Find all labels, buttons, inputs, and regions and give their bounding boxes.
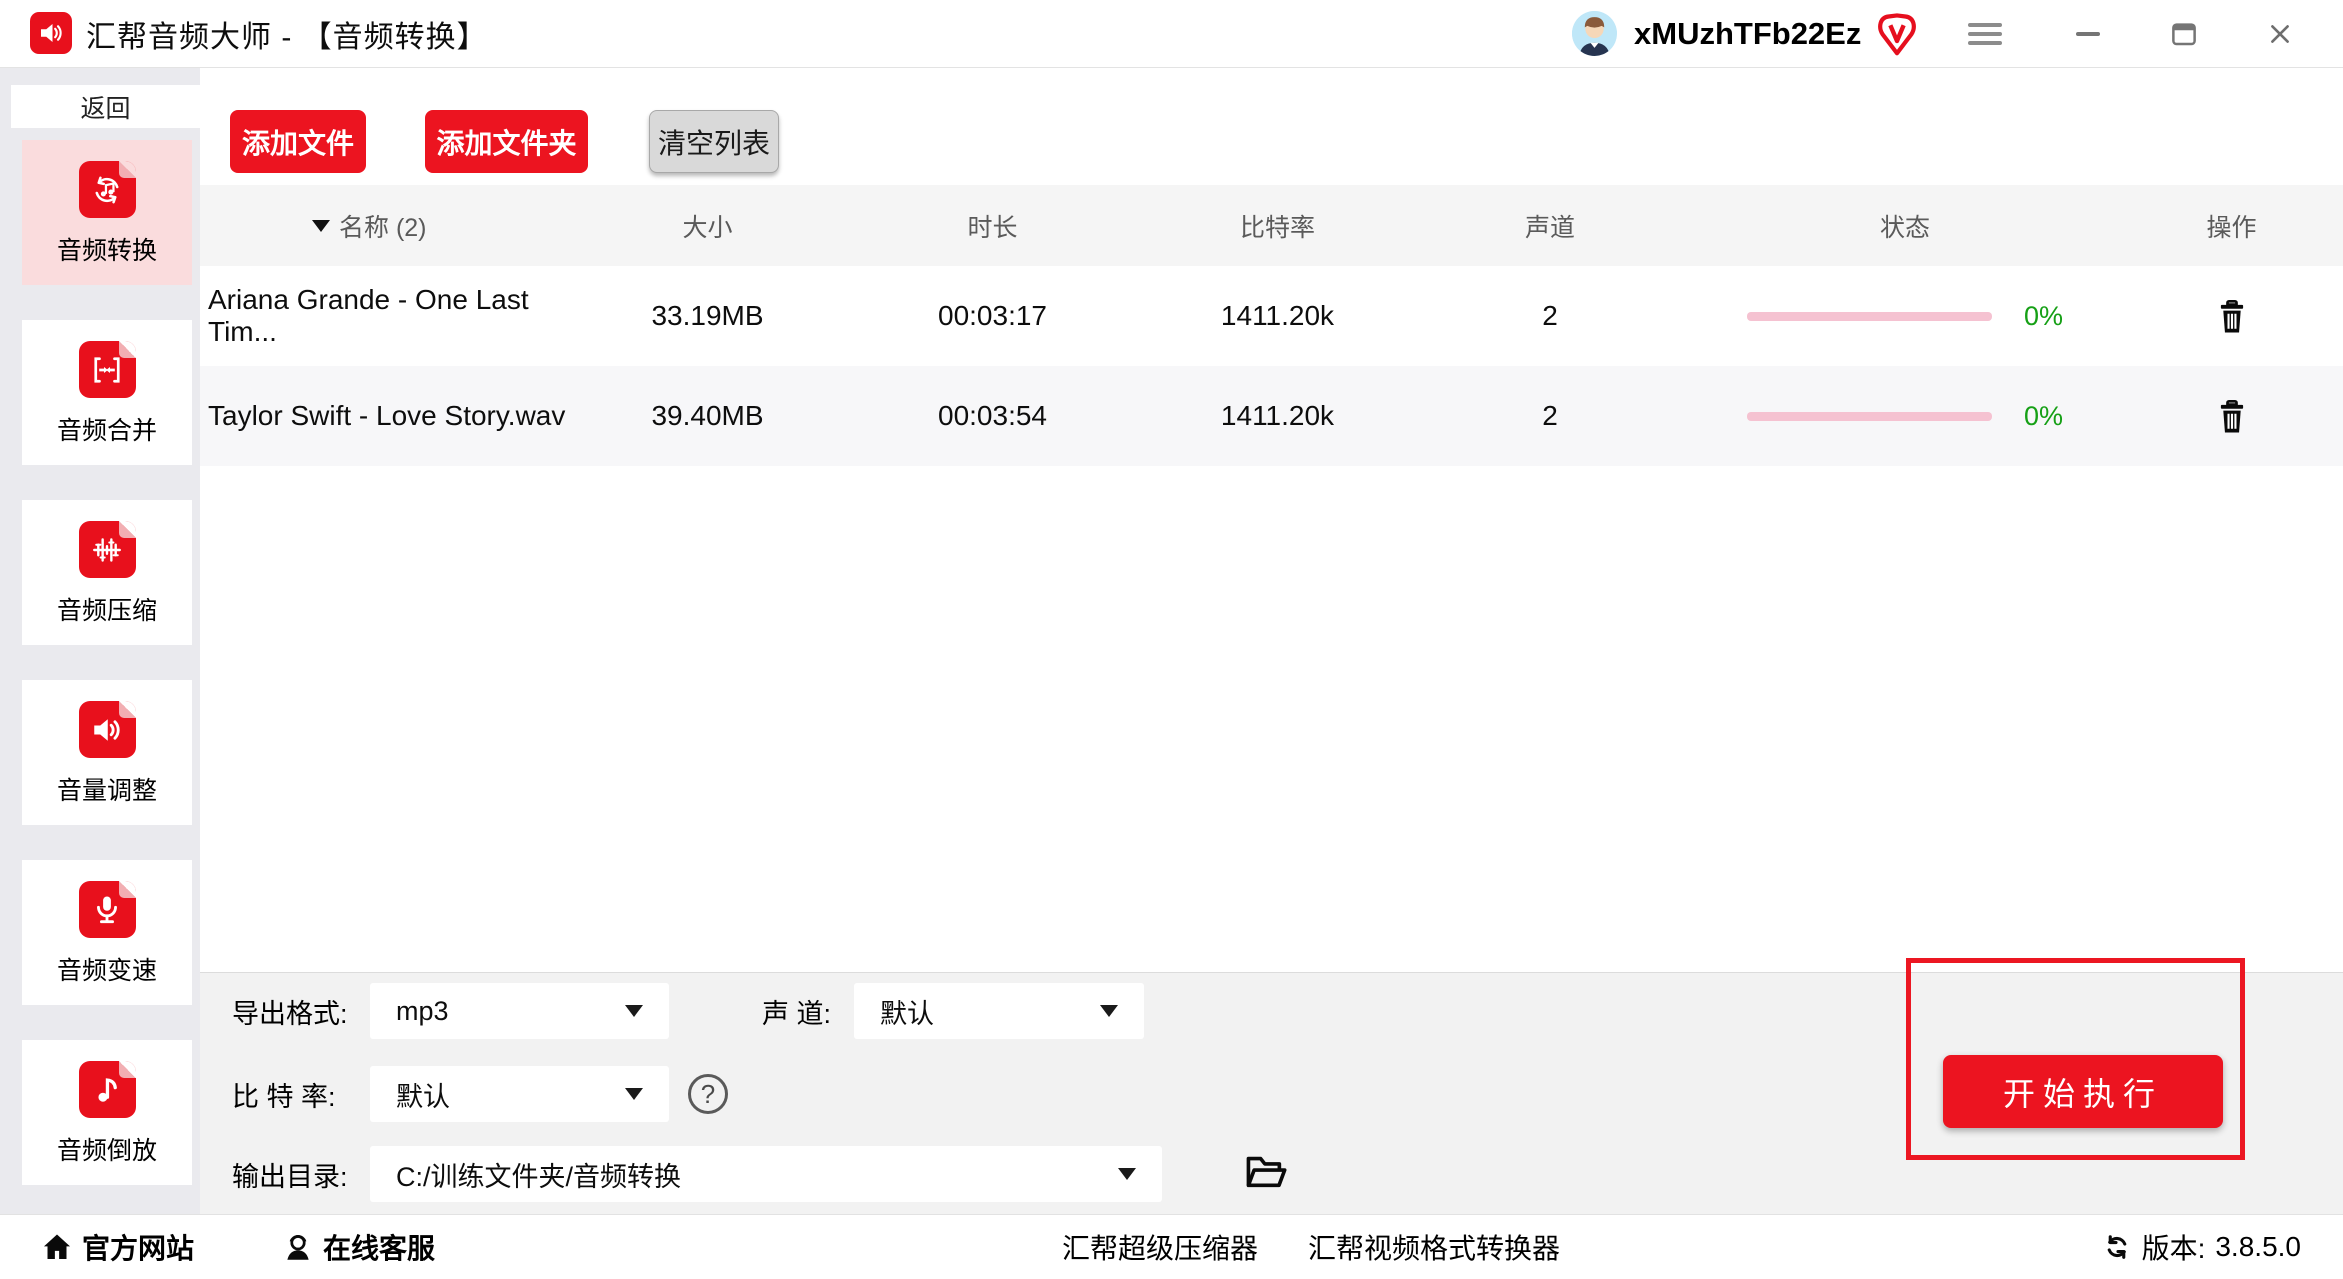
export-format-select[interactable]: mp3 (370, 983, 669, 1039)
main-content: 添加文件 添加文件夹 清空列表 名称 (2) 大小 时长 比特率 声道 状态 操… (200, 67, 2343, 1215)
sidebar-item-label: 音频倒放 (57, 1131, 157, 1167)
sidebar-item-audio-compress[interactable]: 音频压缩 (22, 500, 192, 645)
bitrate-select[interactable]: 默认 (370, 1066, 669, 1122)
sidebar-item-audio-convert[interactable]: 音频转换 (22, 140, 192, 285)
app-logo-icon (30, 12, 72, 54)
file-name: Ariana Grande - One Last Tim... (200, 266, 575, 366)
user-avatar[interactable] (1572, 11, 1617, 56)
sidebar-item-label: 音量调整 (57, 771, 157, 807)
sidebar-item-label: 音频变速 (57, 951, 157, 987)
output-dir-value: C:/训练文件夹/音频转换 (396, 1155, 681, 1194)
progress-percent: 0% (2024, 401, 2063, 432)
browse-folder-button[interactable] (1243, 1150, 1289, 1195)
table-header: 名称 (2) 大小 时长 比特率 声道 状态 操作 (200, 185, 2343, 266)
footer-bar: 官方网站 在线客服 汇帮超级压缩器 汇帮视频格式转换器 版本: 3.8.5.0 (0, 1214, 2343, 1279)
bitrate-label: 比 特 率: (232, 1066, 336, 1122)
sidebar-item-volume-adjust[interactable]: 音量调整 (22, 680, 192, 825)
header-status: 状态 (1690, 185, 2120, 266)
app-window: 汇帮音频大师 - 【音频转换】 xMUzhTFb22Ez (0, 0, 2343, 1279)
trash-icon (2214, 296, 2250, 336)
file-duration: 00:03:17 (840, 266, 1145, 366)
file-channels: 2 (1410, 366, 1690, 466)
progress-bar (1747, 412, 1992, 421)
refresh-icon[interactable] (2102, 1232, 2132, 1262)
file-duration: 00:03:54 (840, 366, 1145, 466)
delete-file-button[interactable] (2214, 396, 2250, 436)
home-icon (40, 1230, 74, 1264)
audio-compress-icon (79, 521, 136, 578)
progress-indicator: 0% (1747, 301, 2063, 332)
progress-percent: 0% (2024, 301, 2063, 332)
add-file-button[interactable]: 添加文件 (230, 110, 366, 173)
header-duration: 时长 (840, 185, 1145, 266)
support-agent-icon (281, 1230, 315, 1264)
vip-badge-icon[interactable] (1876, 11, 1918, 57)
table-row[interactable]: Taylor Swift - Love Story.wav 39.40MB 00… (200, 366, 2343, 466)
header-size: 大小 (575, 185, 840, 266)
channels-value: 默认 (880, 992, 934, 1031)
trash-icon (2214, 396, 2250, 436)
sidebar: 返回 音频转换 (0, 67, 200, 1215)
file-channels: 2 (1410, 266, 1690, 366)
output-dir-select[interactable]: C:/训练文件夹/音频转换 (370, 1146, 1162, 1202)
super-compressor-link[interactable]: 汇帮超级压缩器 (1062, 1215, 1258, 1279)
sidebar-item-label: 音频合并 (57, 411, 157, 447)
sidebar-item-audio-reverse[interactable]: 音频倒放 (22, 1040, 192, 1185)
maximize-button[interactable] (2162, 12, 2206, 56)
bitrate-value: 默认 (396, 1075, 450, 1114)
official-website-link[interactable]: 官方网站 (40, 1215, 194, 1279)
file-size: 39.40MB (575, 366, 840, 466)
audio-reverse-icon (79, 1061, 136, 1118)
folder-icon (1243, 1150, 1289, 1192)
sidebar-item-audio-speed[interactable]: 音频变速 (22, 860, 192, 1005)
username-text: xMUzhTFb22Ez (1634, 0, 1861, 67)
header-actions: 操作 (2120, 185, 2343, 266)
file-bitrate: 1411.20k (1145, 366, 1410, 466)
video-converter-link[interactable]: 汇帮视频格式转换器 (1308, 1215, 1560, 1279)
file-name: Taylor Swift - Love Story.wav (200, 366, 575, 466)
online-support-link[interactable]: 在线客服 (281, 1215, 435, 1279)
audio-convert-icon (79, 161, 136, 218)
minimize-button[interactable] (2066, 12, 2110, 56)
table-row[interactable]: Ariana Grande - One Last Tim... 33.19MB … (200, 266, 2343, 366)
sort-caret-icon (312, 220, 330, 232)
header-name[interactable]: 名称 (2) (200, 185, 575, 266)
sidebar-item-label: 音频压缩 (57, 591, 157, 627)
output-dir-label: 输出目录: (232, 1146, 348, 1202)
version-value: 3.8.5.0 (2215, 1231, 2301, 1263)
channels-label: 声 道: (762, 983, 831, 1039)
export-format-label: 导出格式: (232, 983, 348, 1039)
chevron-down-icon (625, 1088, 643, 1100)
sidebar-item-label: 音频转换 (57, 231, 157, 267)
file-bitrate: 1411.20k (1145, 266, 1410, 366)
chevron-down-icon (625, 1005, 643, 1017)
chevron-down-icon (1118, 1168, 1136, 1180)
volume-adjust-icon (79, 701, 136, 758)
version-info: 版本: 3.8.5.0 (2102, 1215, 2301, 1279)
help-icon[interactable]: ? (688, 1074, 728, 1114)
header-bitrate: 比特率 (1145, 185, 1410, 266)
back-button[interactable]: 返回 (11, 85, 200, 128)
window-title: 汇帮音频大师 - 【音频转换】 (86, 0, 488, 67)
export-format-value: mp3 (396, 996, 449, 1027)
audio-speed-icon (79, 881, 136, 938)
channels-select[interactable]: 默认 (854, 983, 1144, 1039)
delete-file-button[interactable] (2214, 296, 2250, 336)
header-channels: 声道 (1410, 185, 1690, 266)
progress-bar (1747, 312, 1992, 321)
title-bar: 汇帮音频大师 - 【音频转换】 xMUzhTFb22Ez (0, 0, 2343, 68)
file-size: 33.19MB (575, 266, 840, 366)
close-button[interactable] (2258, 12, 2302, 56)
add-folder-button[interactable]: 添加文件夹 (425, 110, 588, 173)
hamburger-menu-icon[interactable] (1968, 17, 2002, 51)
sidebar-item-audio-merge[interactable]: 音频合并 (22, 320, 192, 465)
audio-merge-icon (79, 341, 136, 398)
clear-list-button[interactable]: 清空列表 (649, 110, 779, 173)
start-execute-button[interactable]: 开始执行 (1943, 1055, 2223, 1128)
chevron-down-icon (1100, 1005, 1118, 1017)
progress-indicator: 0% (1747, 401, 2063, 432)
version-label: 版本: (2142, 1227, 2206, 1267)
